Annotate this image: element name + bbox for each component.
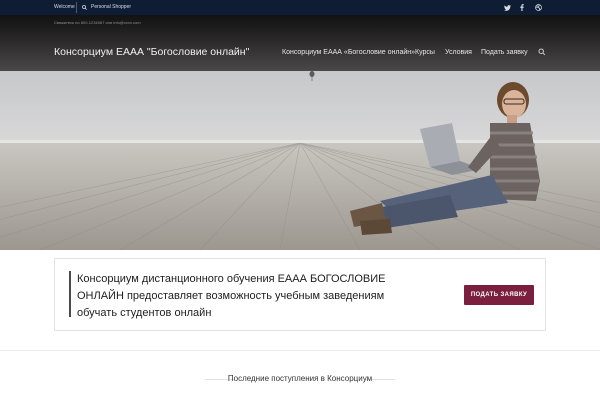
header-search-icon[interactable] xyxy=(538,48,546,56)
twitter-link[interactable] xyxy=(501,0,513,15)
apply-button[interactable]: ПОДАТЬ ЗАЯВКУ xyxy=(464,285,534,305)
callout-text: Консорциум дистанционного обучения ЕААА … xyxy=(77,273,386,319)
welcome-link[interactable]: Welcome xyxy=(54,0,75,15)
section-divider xyxy=(0,350,600,351)
nav-item-courses[interactable]: Курсы xyxy=(415,48,435,58)
top-bar: Welcome Personal Shopper xyxy=(0,0,600,15)
dribbble-link[interactable] xyxy=(532,0,544,15)
twitter-icon xyxy=(503,4,511,11)
callout-accent-bar xyxy=(69,271,71,317)
contact-info: Свяжитесь по 800-1234567 или info@xxxx.c… xyxy=(54,20,141,25)
search-icon xyxy=(82,5,87,10)
nav-item-terms[interactable]: Условия xyxy=(445,48,472,58)
topbar-separator xyxy=(76,2,77,13)
section-title: Последние поступления в Консорциум xyxy=(227,374,373,383)
dribbble-icon xyxy=(534,4,542,11)
nav-item-consortium[interactable]: Консорциум ЕААА «Богословие онлайн» xyxy=(282,48,415,58)
site-header: Свяжитесь по 800-1234567 или info@xxxx.c… xyxy=(0,15,600,71)
personal-shopper-label: Personal Shopper xyxy=(91,4,132,10)
nav-item-apply[interactable]: Подать заявку xyxy=(481,48,528,58)
facebook-icon xyxy=(520,4,524,11)
section-header: Последние поступления в Консорциум xyxy=(0,373,600,385)
personal-shopper-link[interactable]: Personal Shopper xyxy=(82,0,131,15)
hero-image xyxy=(0,71,600,250)
student-with-laptop xyxy=(350,82,540,235)
site-logo-title[interactable]: Консорциум ЕААА "Богословие онлайн" xyxy=(54,46,249,58)
callout-box: Консорциум дистанционного обучения ЕААА … xyxy=(54,258,546,331)
facebook-link[interactable] xyxy=(516,0,528,15)
balloon-icon xyxy=(309,71,315,81)
